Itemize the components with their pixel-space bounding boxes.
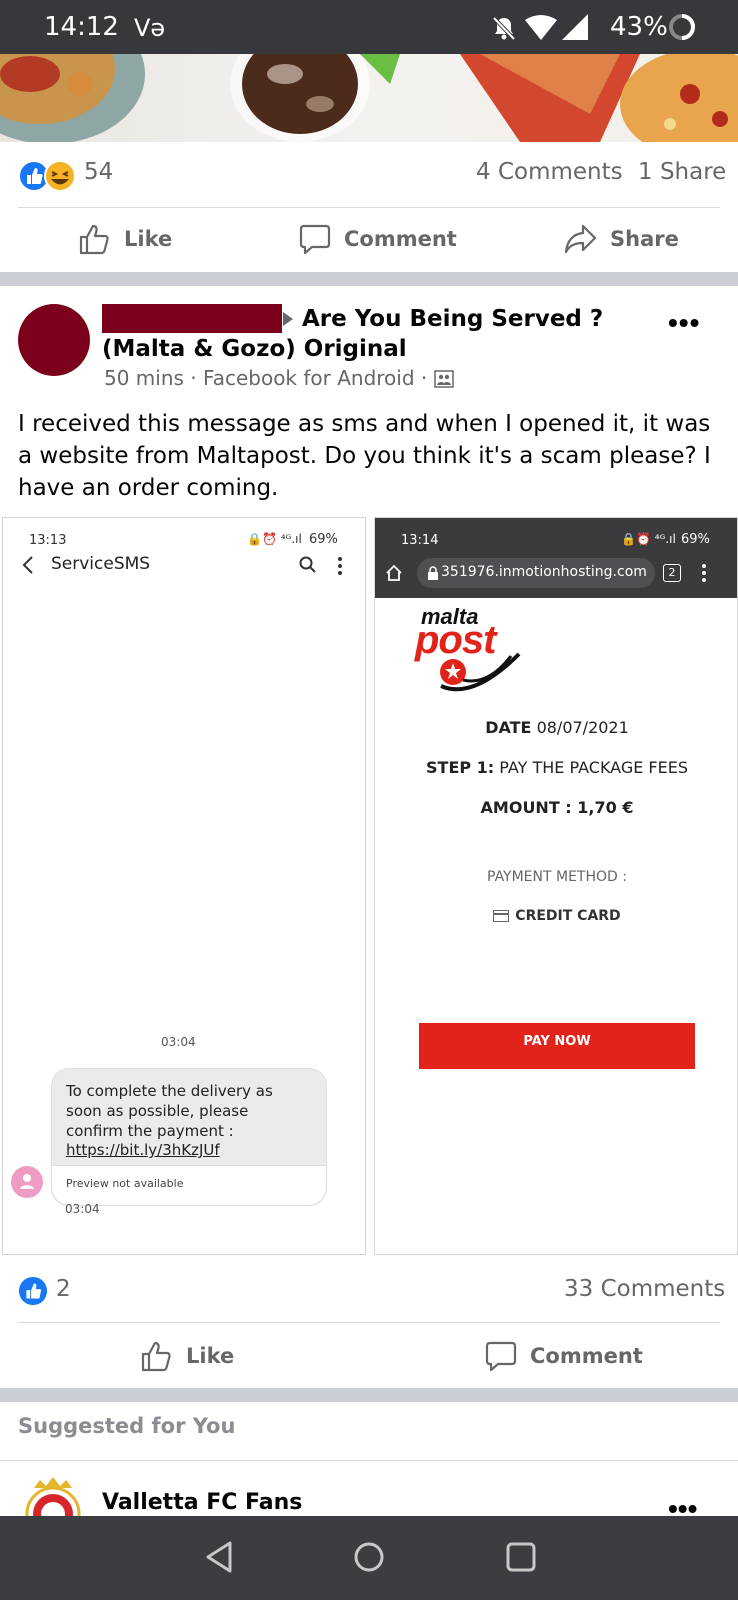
post-horn-emblem-icon: [440, 652, 521, 692]
shares-count[interactable]: 1 Share: [638, 159, 726, 185]
feed-divider: [0, 272, 738, 286]
like-reaction-icon[interactable]: [18, 1276, 48, 1306]
step-row: STEP 1: PAY THE PACKAGE FEES: [375, 758, 737, 777]
sms-message-time: 03:04: [65, 1202, 100, 1216]
browser-menu-icon[interactable]: [701, 563, 707, 583]
like-icon: [79, 224, 109, 255]
carrier-label: Və: [134, 14, 166, 42]
sms-message: To complete the delivery as soon as poss…: [66, 1082, 273, 1140]
more-options-button[interactable]: •••: [668, 309, 700, 337]
signal-icon: [562, 14, 588, 40]
status-bar: 14:12 Və 43%: [0, 0, 738, 54]
suggested-more-button[interactable]: •••: [668, 1495, 697, 1523]
like-button[interactable]: Like: [78, 222, 172, 256]
home-circle-icon[interactable]: [352, 1540, 386, 1574]
back-triangle-icon[interactable]: [204, 1540, 234, 1574]
url-text: 351976.inmotionhosting.com: [441, 564, 647, 580]
web-status-icons: 🔒⏰ ⁴ᴳ.ıl: [621, 532, 676, 546]
divider: [18, 1322, 720, 1323]
battery-percent: 43%: [610, 12, 668, 42]
link-preview-status: Preview not available: [66, 1177, 184, 1190]
sms-title: ServiceSMS: [51, 554, 151, 574]
comment-button[interactable]: Comment: [298, 222, 457, 256]
phishing-site-screenshot[interactable]: 13:14 🔒⏰ ⁴ᴳ.ıl 69% 351976.inmotionhostin…: [374, 517, 738, 1255]
step-label: STEP 1:: [426, 758, 495, 777]
comments-count[interactable]: 4 Comments: [476, 159, 623, 185]
previous-post-image[interactable]: [0, 54, 738, 142]
web-battery: 69%: [681, 532, 710, 547]
group-audience-icon: [433, 370, 454, 388]
share-label: Share: [610, 227, 679, 251]
wifi-icon: [525, 15, 557, 40]
post-comments-count[interactable]: 33 Comments: [564, 1276, 725, 1302]
step-value: PAY THE PACKAGE FEES: [499, 758, 688, 777]
sms-date-header: 03:04: [161, 1035, 196, 1049]
suggested-heading: Suggested for You: [18, 1414, 236, 1438]
comment-icon: [485, 1341, 517, 1372]
tab-count-button[interactable]: 2: [663, 564, 681, 582]
back-arrow-icon[interactable]: [21, 555, 35, 575]
sms-status-icons: 🔒⏰ ⁴ᴳ.ıl: [247, 532, 302, 546]
group-name[interactable]: Are You Being Served ? (Malta & Gozo) Or…: [102, 304, 662, 364]
person-icon: [20, 1174, 34, 1189]
sms-battery: 69%: [309, 532, 338, 547]
search-icon[interactable]: [299, 556, 317, 574]
contact-avatar[interactable]: [11, 1166, 43, 1198]
credit-card-label: CREDIT CARD: [515, 908, 621, 924]
url-bar[interactable]: 351976.inmotionhosting.com: [417, 558, 655, 588]
feed-divider: [0, 1388, 738, 1402]
share-icon: [564, 224, 597, 254]
sms-screenshot[interactable]: 13:13 🔒⏰ ⁴ᴳ.ıl 69% ServiceSMS 03:04 To c…: [2, 517, 366, 1255]
like-label: Like: [124, 227, 173, 251]
post-like-label: Like: [186, 1344, 235, 1368]
maltapost-logo: malta post: [415, 604, 525, 696]
share-button[interactable]: Share: [564, 222, 679, 256]
post-text: I received this message as sms and when …: [18, 411, 711, 501]
credit-card-icon: [493, 910, 510, 922]
comment-icon: [299, 224, 331, 255]
post-comment-button[interactable]: Comment: [484, 1339, 643, 1373]
post-time[interactable]: 50 mins: [104, 366, 184, 390]
post-comment-label: Comment: [530, 1344, 643, 1368]
pay-now-button[interactable]: PAY NOW: [419, 1023, 695, 1069]
home-icon[interactable]: [385, 564, 403, 582]
post-meta: 50 mins · Facebook for Android ·: [104, 366, 454, 390]
post-source: Facebook for Android: [203, 366, 415, 390]
date-label: DATE: [485, 718, 532, 737]
amount: AMOUNT : 1,70 €: [480, 798, 634, 817]
payment-method-label: PAYMENT METHOD :: [487, 869, 627, 885]
date-value: 08/07/2021: [536, 718, 629, 737]
reaction-count[interactable]: 54: [84, 159, 113, 185]
divider: [18, 207, 720, 208]
web-status-time: 13:14: [401, 533, 439, 548]
credit-card-option[interactable]: CREDIT CARD: [375, 908, 737, 924]
bell-off-icon: [492, 16, 516, 41]
sms-link[interactable]: https://bit.ly/3hKzJUf: [66, 1141, 220, 1159]
like-haha-reactions-icon[interactable]: [18, 160, 76, 192]
comment-label: Comment: [344, 227, 457, 251]
post-reaction-count[interactable]: 2: [56, 1276, 71, 1302]
lock-icon: [428, 566, 438, 580]
like-icon: [141, 1341, 171, 1372]
avatar[interactable]: [18, 304, 90, 376]
system-nav-bar: [0, 1516, 738, 1600]
valletta-fc-crest-icon[interactable]: [24, 1474, 82, 1516]
recents-square-icon[interactable]: [504, 1540, 538, 1574]
sms-bubble[interactable]: To complete the delivery as soon as poss…: [51, 1068, 327, 1206]
menu-dots-icon[interactable]: [337, 556, 343, 576]
battery-ring-icon: [669, 14, 695, 40]
suggested-page-name[interactable]: Valletta FC Fans: [102, 1490, 302, 1515]
divider: [0, 1460, 738, 1461]
date-row: DATE 08/07/2021: [375, 718, 737, 737]
sms-status-time: 13:13: [29, 533, 67, 548]
post-like-button[interactable]: Like: [140, 1339, 234, 1373]
status-time: 14:12: [44, 12, 119, 42]
